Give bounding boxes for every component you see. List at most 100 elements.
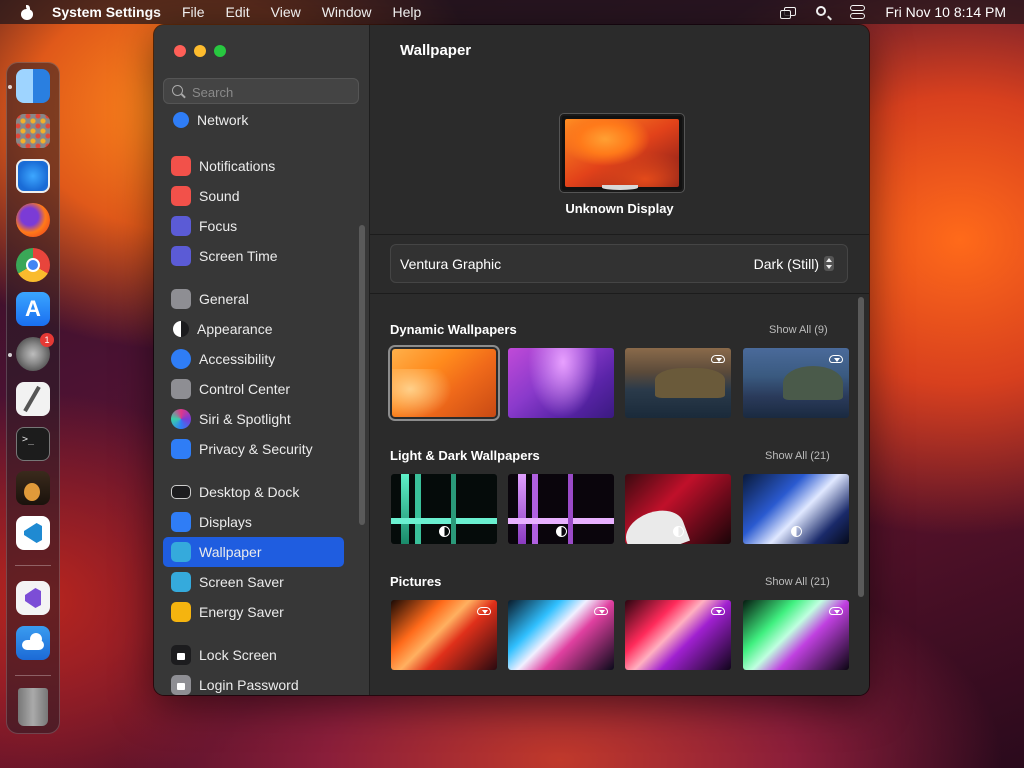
show-all-pictures-button[interactable]: Show All (21) (765, 576, 830, 588)
control-center-icon[interactable] (850, 5, 866, 19)
sidebar-item-network[interactable]: Network (163, 108, 344, 132)
hand-icon (171, 439, 191, 459)
screen-saver-icon (171, 572, 191, 592)
search-input[interactable] (190, 81, 354, 103)
vscode-icon[interactable] (16, 516, 50, 550)
flower-icon (171, 542, 191, 562)
menu-edit[interactable]: Edit (226, 4, 250, 20)
wallpaper-thumb-picture-4[interactable] (743, 600, 849, 670)
show-all-light-dark-button[interactable]: Show All (21) (765, 450, 830, 462)
sidebar-item-focus[interactable]: Focus (163, 211, 344, 241)
show-all-dynamic-button[interactable]: Show All (9) (769, 324, 828, 336)
system-settings-window: Network Notifications Sound Focus Screen… (154, 25, 869, 695)
main-scrollbar[interactable] (858, 297, 864, 597)
app-store-icon[interactable]: A (16, 292, 50, 326)
sidebar-item-control-center[interactable]: Control Center (163, 374, 344, 404)
sidebar-scrollbar[interactable] (359, 225, 365, 525)
sidebar-item-lock-screen[interactable]: Lock Screen (163, 640, 344, 670)
sidebar-item-wallpaper[interactable]: Wallpaper (163, 537, 344, 567)
page-title: Wallpaper (400, 42, 472, 59)
download-icon[interactable] (829, 605, 843, 615)
lock-icon (171, 645, 191, 665)
wallpaper-thumb-monterey[interactable] (508, 348, 614, 418)
weather-icon[interactable] (16, 626, 50, 660)
globe-icon (173, 112, 189, 128)
section-title-dynamic: Dynamic Wallpapers (390, 322, 517, 337)
sidebar-item-screen-saver[interactable]: Screen Saver (163, 567, 344, 597)
sidebar-item-displays[interactable]: Displays (163, 507, 344, 537)
menu-clock[interactable]: Fri Nov 10 8:14 PM (885, 4, 1006, 20)
download-icon[interactable] (477, 605, 491, 615)
divider (370, 293, 869, 294)
trash-icon[interactable] (18, 688, 48, 726)
menu-app-name[interactable]: System Settings (52, 4, 161, 20)
menu-view[interactable]: View (271, 4, 301, 20)
sun-icon (171, 512, 191, 532)
terminal-icon[interactable]: >_ (16, 427, 50, 461)
wallpaper-thumb-catalina[interactable] (743, 348, 849, 418)
sidebar-item-accessibility[interactable]: Accessibility (163, 344, 344, 374)
display-name: Unknown Display (565, 201, 674, 216)
light-dark-icon (673, 526, 684, 537)
sidebar-item-sound[interactable]: Sound (163, 181, 344, 211)
sidebar-item-appearance[interactable]: Appearance (163, 314, 344, 344)
safari-icon[interactable] (16, 159, 50, 193)
dock-separator (15, 565, 51, 566)
dock-icon (171, 485, 191, 499)
section-title-light-dark: Light & Dark Wallpapers (390, 448, 540, 463)
sidebar-item-general[interactable]: General (163, 284, 344, 314)
wallpaper-thumb-red-wave[interactable] (625, 474, 731, 544)
download-icon[interactable] (711, 605, 725, 615)
wallpaper-thumb-picture-3[interactable] (625, 600, 731, 670)
accessibility-icon (171, 349, 191, 369)
menu-help[interactable]: Help (393, 4, 422, 20)
wallpaper-thumb-imac-purple[interactable] (508, 474, 614, 544)
menu-file[interactable]: File (182, 4, 205, 20)
light-dark-icon (556, 526, 567, 537)
close-button[interactable] (174, 45, 186, 57)
download-icon[interactable] (711, 353, 725, 363)
control-center-icon (171, 379, 191, 399)
chrome-icon[interactable] (16, 248, 50, 282)
system-settings-icon[interactable]: 1 (16, 333, 54, 371)
launchpad-icon[interactable] (16, 114, 50, 148)
notification-badge: 1 (40, 333, 54, 347)
sidebar-item-privacy-security[interactable]: Privacy & Security (163, 434, 344, 464)
garageband-icon[interactable] (16, 471, 50, 505)
running-indicator (8, 353, 12, 357)
sidebar-item-energy-saver[interactable]: Energy Saver (163, 597, 344, 627)
firefox-icon[interactable] (16, 203, 50, 237)
download-icon[interactable] (829, 353, 843, 363)
wallpaper-thumb-big-sur-coast[interactable] (625, 348, 731, 418)
wallpaper-thumb-ventura[interactable] (392, 349, 496, 417)
spotlight-search-icon[interactable] (815, 5, 831, 19)
bell-icon (171, 156, 191, 176)
chevron-updown-icon[interactable] (824, 256, 834, 271)
download-icon[interactable] (594, 605, 608, 615)
sidebar-item-login-password[interactable]: Login Password (163, 670, 344, 695)
textedit-icon[interactable] (16, 382, 50, 416)
sidebar-item-screen-time[interactable]: Screen Time (163, 241, 344, 271)
finder-icon[interactable] (16, 69, 50, 103)
minimize-button[interactable] (194, 45, 206, 57)
hourglass-icon (171, 246, 191, 266)
zoom-button[interactable] (214, 45, 226, 57)
search-icon (172, 85, 183, 96)
running-indicator (8, 85, 12, 89)
wallpaper-thumb-imac-green[interactable] (391, 474, 497, 544)
appearance-mode-select[interactable]: Dark (Still) (754, 256, 819, 272)
menu-window[interactable]: Window (322, 4, 372, 20)
sidebar-item-siri-spotlight[interactable]: Siri & Spotlight (163, 404, 344, 434)
wallpaper-thumb-picture-1[interactable] (391, 600, 497, 670)
visual-studio-icon[interactable] (16, 581, 50, 615)
sidebar-item-notifications[interactable]: Notifications (163, 151, 344, 181)
current-wallpaper-name: Ventura Graphic (400, 256, 502, 272)
dock-separator (15, 675, 51, 676)
section-title-pictures: Pictures (390, 574, 442, 589)
wallpaper-thumb-blue-wave[interactable] (743, 474, 849, 544)
wallpaper-thumb-picture-2[interactable] (508, 600, 614, 670)
apple-menu-icon[interactable] (20, 4, 34, 20)
stage-manager-icon[interactable] (780, 5, 797, 19)
sidebar-item-desktop-dock[interactable]: Desktop & Dock (163, 477, 344, 507)
moon-icon (171, 216, 191, 236)
